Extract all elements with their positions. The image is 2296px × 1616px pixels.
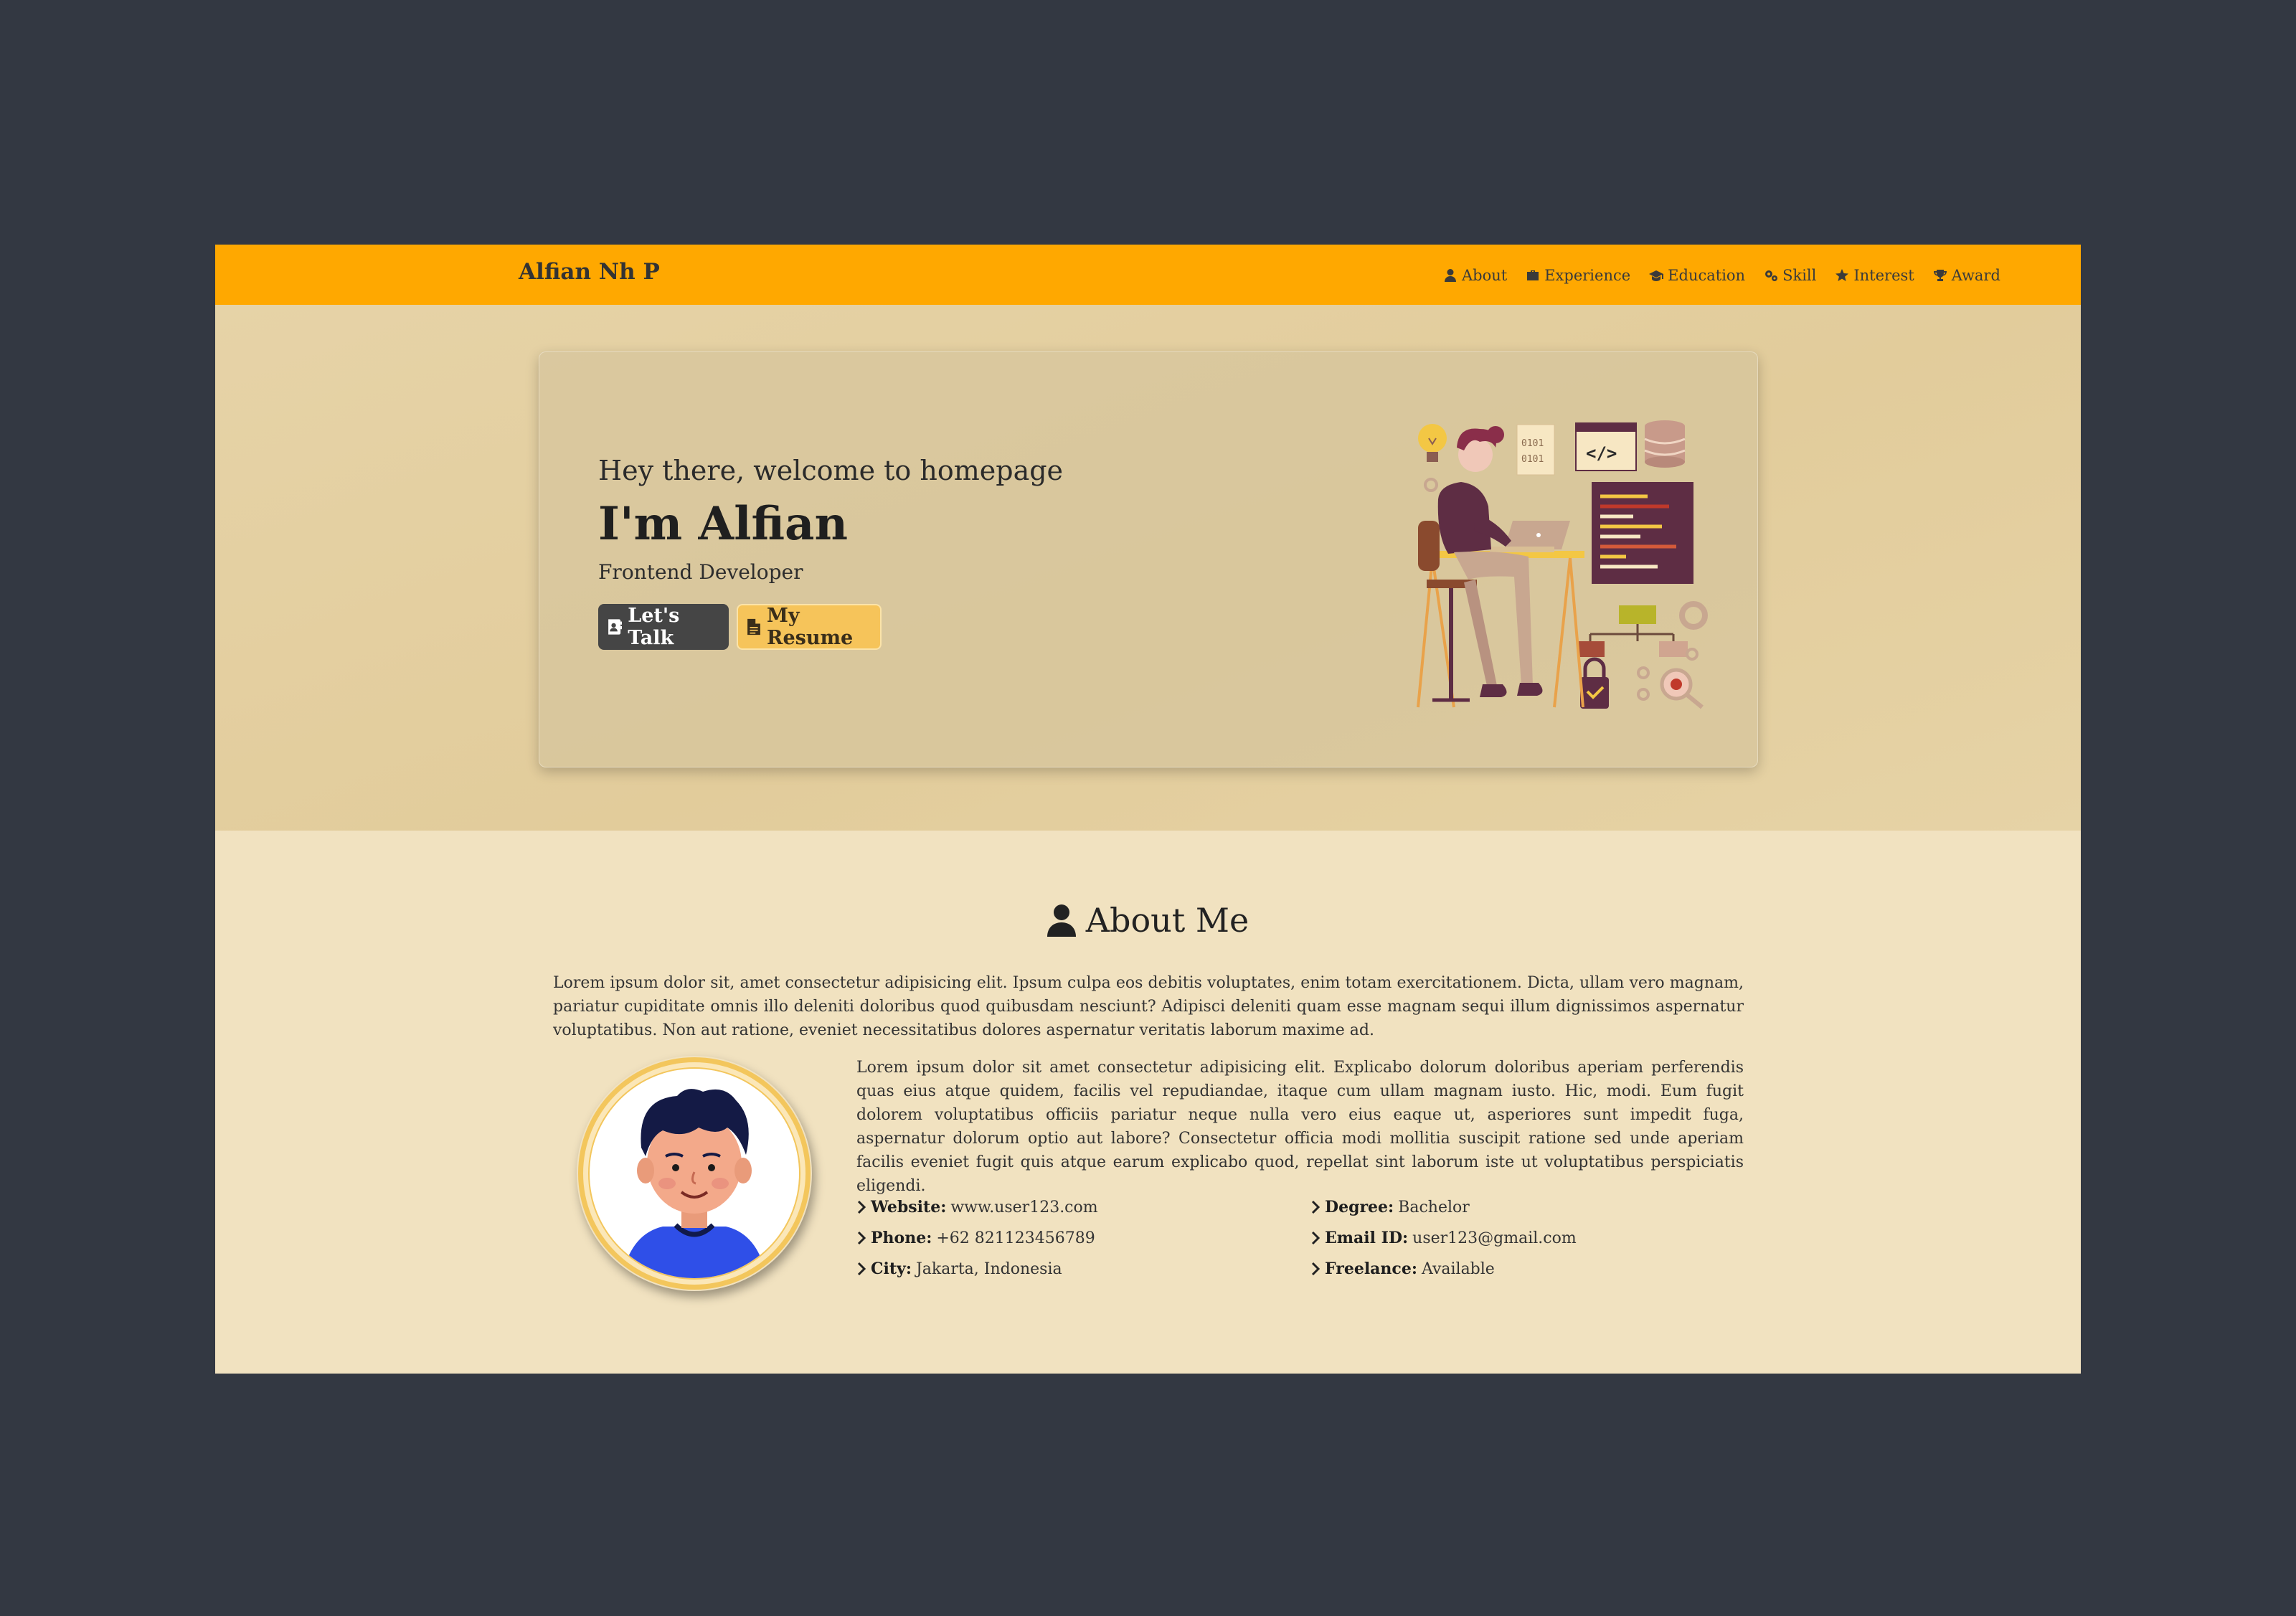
brand-logo[interactable]: Alfian Nh P	[519, 259, 660, 285]
nav-item-skill[interactable]: Skill	[1764, 267, 1816, 284]
nav-item-about[interactable]: About	[1443, 267, 1507, 284]
address-book-icon	[608, 619, 623, 635]
trophy-icon	[1933, 270, 1947, 281]
nav-label: Award	[1951, 267, 2000, 284]
chevron-right-icon	[857, 1262, 866, 1276]
nav-label: About	[1462, 267, 1508, 284]
nav-menu: About Experience Education Skill Interes…	[1443, 263, 2000, 288]
about-bio-text: Lorem ipsum dolor sit amet consectetur a…	[856, 1059, 1744, 1195]
chevron-right-icon	[1311, 1262, 1321, 1276]
detail-freelance: Freelance: Available	[1310, 1260, 1495, 1278]
nav-item-interest[interactable]: Interest	[1835, 267, 1914, 284]
my-resume-button[interactable]: My Resume	[737, 604, 882, 650]
hero-card: Hey there, welcome to homepage I'm Alfia…	[539, 351, 1758, 767]
detail-label: City:	[871, 1260, 912, 1278]
detail-value: www.user123.com	[950, 1198, 1098, 1216]
nav-item-education[interactable]: Education	[1649, 267, 1745, 284]
gears-icon	[1765, 270, 1778, 281]
code-tag-text: </>	[1586, 443, 1617, 463]
detail-value: Available	[1421, 1260, 1495, 1278]
binary-text-top: 0101	[1521, 438, 1544, 449]
hero-role: Frontend Developer	[598, 560, 803, 584]
about-heading: About Me	[215, 901, 2081, 940]
about-title: About Me	[1085, 901, 1249, 940]
detail-label: Website:	[871, 1198, 947, 1216]
avatar-illustration	[578, 1057, 811, 1290]
user-icon	[1445, 269, 1456, 282]
hero-section: Hey there, welcome to homepage I'm Alfia…	[215, 305, 2081, 831]
nav-label: Education	[1668, 267, 1746, 284]
navbar: Alfian Nh P About Experience Education S…	[215, 245, 2081, 305]
nav-label: Skill	[1782, 267, 1817, 284]
detail-city: City: Jakarta, Indonesia	[856, 1260, 1062, 1278]
chevron-right-icon	[1311, 1231, 1321, 1245]
detail-degree: Degree: Bachelor	[1310, 1198, 1470, 1216]
graduation-cap-icon	[1649, 270, 1664, 281]
detail-label: Freelance:	[1325, 1260, 1417, 1278]
nav-item-experience[interactable]: Experience	[1526, 267, 1630, 284]
about-intro-text: Lorem ipsum dolor sit, amet consectetur …	[553, 974, 1744, 1039]
binary-text-bottom: 0101	[1521, 454, 1544, 465]
detail-email: Email ID: user123@gmail.com	[1310, 1229, 1577, 1247]
nav-label: Experience	[1544, 267, 1631, 284]
detail-label: Degree:	[1325, 1198, 1394, 1216]
detail-value: +62 821123456789	[936, 1229, 1095, 1247]
chevron-right-icon	[857, 1200, 866, 1214]
hero-name: I'm Alfian	[598, 497, 849, 551]
detail-phone: Phone: +62 821123456789	[856, 1229, 1095, 1247]
detail-label: Phone:	[871, 1229, 932, 1247]
star-icon	[1836, 269, 1849, 281]
file-icon	[747, 618, 760, 635]
nav-label: Interest	[1853, 267, 1914, 284]
lets-talk-label: Let's Talk	[628, 605, 680, 649]
nav-item-award[interactable]: Award	[1933, 267, 2000, 284]
page-frame: Alfian Nh P About Experience Education S…	[215, 245, 2081, 1374]
my-resume-label: My Resume	[767, 605, 854, 649]
hero-greeting: Hey there, welcome to homepage	[598, 455, 1064, 486]
detail-label: Email ID:	[1325, 1229, 1409, 1247]
lets-talk-button[interactable]: Let's Talk	[598, 604, 729, 650]
chevron-right-icon	[857, 1231, 866, 1245]
detail-website: Website: www.user123.com	[856, 1198, 1098, 1216]
briefcase-icon	[1527, 270, 1539, 280]
detail-value: Bachelor	[1398, 1198, 1470, 1216]
detail-value: user123@gmail.com	[1412, 1229, 1577, 1247]
chevron-right-icon	[1311, 1200, 1321, 1214]
developer-at-desk-illustration: 0101 0101 </>	[1417, 420, 1708, 709]
detail-value: Jakarta, Indonesia	[915, 1260, 1062, 1278]
user-icon	[1047, 904, 1076, 937]
